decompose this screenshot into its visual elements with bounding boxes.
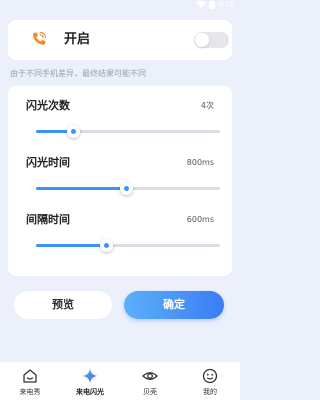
flash-count-slider[interactable]	[36, 125, 220, 138]
flash-settings-screen: 2:16 开启 由于不同手机差异，最终结果可能不同 闪光次数 4次 闪光时间 8…	[0, 0, 240, 400]
setting-value: 800ms	[186, 158, 214, 167]
flash-settings-card: 闪光次数 4次 闪光时间 800ms 间隔时间 600ms	[8, 86, 232, 276]
nav-item-call-flash[interactable]: 来电闪光	[60, 362, 120, 400]
wifi-icon	[196, 1, 207, 8]
device-difference-hint: 由于不同手机差异，最终结果可能不同	[10, 69, 146, 78]
sparkle-icon	[82, 368, 98, 384]
setting-flash-count: 闪光次数 4次	[8, 86, 232, 138]
setting-label: 闪光次数	[26, 99, 70, 112]
phone-icon	[33, 31, 47, 45]
setting-label: 间隔时间	[26, 213, 70, 226]
smiley-icon	[202, 368, 218, 384]
confirm-button[interactable]: 确定	[124, 291, 224, 319]
flash-switch-card: 开启	[8, 20, 232, 60]
flash-switch-label: 开启	[64, 32, 91, 47]
nav-label: 来电闪光	[76, 388, 104, 396]
nav-label: 我的	[203, 388, 217, 396]
battery-icon	[209, 0, 216, 9]
nav-item-shell[interactable]: 贝壳	[120, 362, 180, 400]
nav-item-mine[interactable]: 我的	[180, 362, 240, 400]
flash-toggle[interactable]	[194, 32, 229, 48]
home-icon	[23, 369, 37, 383]
bottom-nav: 来电秀 来电闪光 贝壳 我的	[0, 362, 240, 400]
status-time: 2:16	[218, 0, 234, 8]
flash-time-slider[interactable]	[36, 182, 220, 195]
slider-fill	[36, 244, 106, 247]
preview-button[interactable]: 预览	[14, 291, 112, 319]
setting-interval-time: 间隔时间 600ms	[8, 200, 232, 252]
setting-value: 4次	[200, 101, 214, 110]
nav-label: 贝壳	[143, 388, 157, 396]
setting-value: 600ms	[186, 215, 214, 224]
slider-fill	[36, 187, 127, 190]
toggle-knob[interactable]	[195, 33, 209, 47]
slider-thumb[interactable]	[120, 182, 134, 195]
slider-thumb[interactable]	[66, 125, 80, 138]
status-bar: 2:16	[0, 0, 240, 10]
eye-icon	[142, 372, 158, 380]
nav-item-call-show[interactable]: 来电秀	[0, 362, 60, 400]
status-icons: 2:16	[196, 0, 234, 9]
setting-label: 闪光时间	[26, 156, 70, 169]
interval-time-slider[interactable]	[36, 239, 220, 252]
nav-label: 来电秀	[19, 388, 41, 396]
slider-thumb[interactable]	[99, 239, 113, 252]
setting-flash-time: 闪光时间 800ms	[8, 143, 232, 195]
